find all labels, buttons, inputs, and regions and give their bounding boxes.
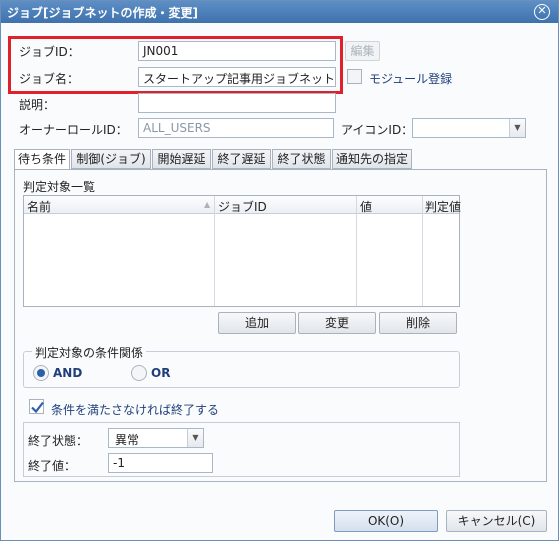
column-divider — [214, 196, 215, 306]
end-if-unmet-label: 条件を満たさなければ終了する — [51, 403, 220, 417]
close-icon[interactable]: ✕ — [534, 4, 550, 20]
column-judge-value[interactable]: 判定値 — [425, 198, 461, 215]
or-radio[interactable] — [131, 365, 147, 381]
icon-id-label: アイコンID： — [341, 123, 414, 137]
add-button[interactable]: 追加 — [218, 312, 296, 334]
tab-wait-condition[interactable]: 待ち条件 — [14, 149, 70, 170]
tab-start-delay[interactable]: 開始遅延 — [152, 149, 211, 169]
judgement-table[interactable]: 名前 ▲ ジョブID 値 判定値 — [23, 195, 461, 307]
checkmark-icon — [31, 401, 44, 414]
condition-relation-title: 判定対象の条件関係 — [32, 344, 147, 361]
owner-role-label: オーナーロールID： — [19, 123, 128, 137]
job-name-input[interactable]: スタートアップ記事用ジョブネット — [138, 67, 336, 87]
title-bar: ジョブ[ジョブネットの作成・変更] ✕ — [1, 1, 558, 23]
and-label: AND — [53, 366, 83, 380]
job-id-label: ジョブID： — [19, 45, 80, 59]
job-dialog: ジョブ[ジョブネットの作成・変更] ✕ ジョブID： JN001 編集 ジョブ名… — [0, 0, 559, 541]
end-status-value: 異常 — [115, 433, 140, 447]
end-settings-group — [23, 422, 460, 477]
end-value-input[interactable]: -1 — [108, 453, 213, 473]
end-if-unmet-checkbox[interactable] — [29, 399, 44, 414]
chevron-down-icon[interactable]: ▼ — [187, 429, 203, 447]
tab-control-job[interactable]: 制御(ジョブ) — [71, 149, 151, 169]
job-id-input[interactable]: JN001 — [138, 41, 336, 61]
icon-id-select[interactable]: ▼ — [412, 118, 526, 138]
module-label: モジュール登録 — [369, 72, 453, 86]
column-value[interactable]: 値 — [360, 198, 372, 215]
change-button[interactable]: 変更 — [298, 312, 376, 334]
tab-end-delay[interactable]: 終了遅延 — [212, 149, 271, 169]
and-radio[interactable] — [33, 365, 49, 381]
delete-button[interactable]: 削除 — [379, 312, 457, 334]
end-status-label: 終了状態： — [28, 434, 89, 448]
list-title: 判定対象一覧 — [23, 180, 96, 194]
tab-notify-target[interactable]: 通知先の指定 — [332, 149, 412, 169]
description-input[interactable] — [138, 93, 336, 113]
module-checkbox[interactable] — [347, 69, 362, 84]
ok-button[interactable]: OK(O) — [334, 510, 438, 532]
cancel-button[interactable]: キャンセル(C) — [446, 510, 547, 532]
job-name-label: ジョブ名： — [19, 72, 80, 86]
or-label: OR — [151, 366, 171, 380]
edit-button[interactable]: 編集 — [345, 41, 380, 61]
end-status-select[interactable]: 異常 ▼ — [108, 428, 204, 448]
column-divider — [356, 196, 357, 306]
column-job-id[interactable]: ジョブID — [218, 198, 267, 215]
sort-up-icon: ▲ — [204, 200, 211, 209]
chevron-down-icon[interactable]: ▼ — [509, 119, 525, 137]
description-label: 説明： — [19, 98, 56, 112]
end-value-label: 終了値： — [28, 459, 77, 473]
column-name[interactable]: 名前 — [27, 198, 51, 215]
column-divider — [422, 196, 423, 306]
tab-end-status[interactable]: 終了状態 — [272, 149, 331, 169]
owner-role-input[interactable]: ALL_USERS — [138, 118, 334, 138]
window-title: ジョブ[ジョブネットの作成・変更] — [7, 6, 198, 20]
